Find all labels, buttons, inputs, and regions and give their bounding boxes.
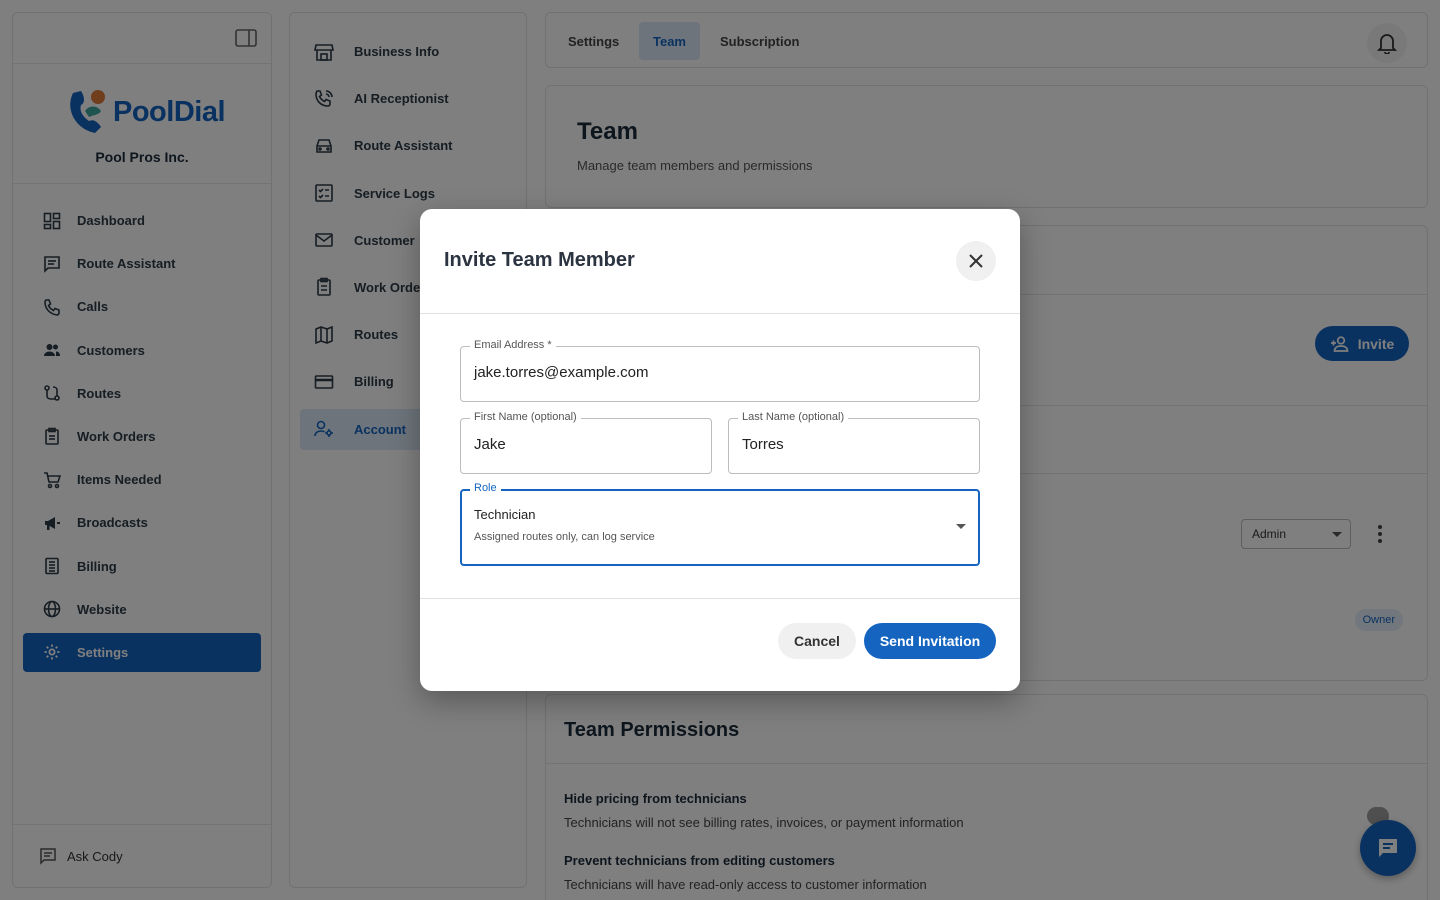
email-field[interactable]: Email Address * jake.torres@example.com bbox=[460, 339, 980, 402]
first-name-field-label: First Name (optional) bbox=[470, 411, 581, 423]
divider bbox=[420, 598, 1020, 599]
role-value: Technician bbox=[474, 507, 536, 522]
last-name-field-value: Torres bbox=[742, 436, 784, 453]
role-select[interactable]: Role Technician Assigned routes only, ca… bbox=[460, 482, 980, 566]
dialog-title: Invite Team Member bbox=[444, 249, 635, 271]
chevron-down-icon bbox=[956, 524, 966, 529]
last-name-field[interactable]: Last Name (optional) Torres bbox=[728, 411, 980, 474]
send-invitation-button[interactable]: Send Invitation bbox=[864, 623, 996, 659]
email-field-label: Email Address * bbox=[470, 339, 556, 351]
invite-dialog: Invite Team Member Email Address * jake.… bbox=[420, 209, 1020, 691]
role-description: Assigned routes only, can log service bbox=[474, 531, 655, 543]
close-icon bbox=[969, 254, 983, 268]
first-name-field-value: Jake bbox=[474, 436, 506, 453]
divider bbox=[420, 313, 1020, 314]
first-name-field[interactable]: First Name (optional) Jake bbox=[460, 411, 712, 474]
close-button[interactable] bbox=[956, 241, 996, 281]
last-name-field-label: Last Name (optional) bbox=[738, 411, 849, 423]
role-field-label: Role bbox=[470, 482, 501, 494]
cancel-button[interactable]: Cancel bbox=[778, 623, 856, 659]
email-field-value: jake.torres@example.com bbox=[474, 364, 649, 381]
